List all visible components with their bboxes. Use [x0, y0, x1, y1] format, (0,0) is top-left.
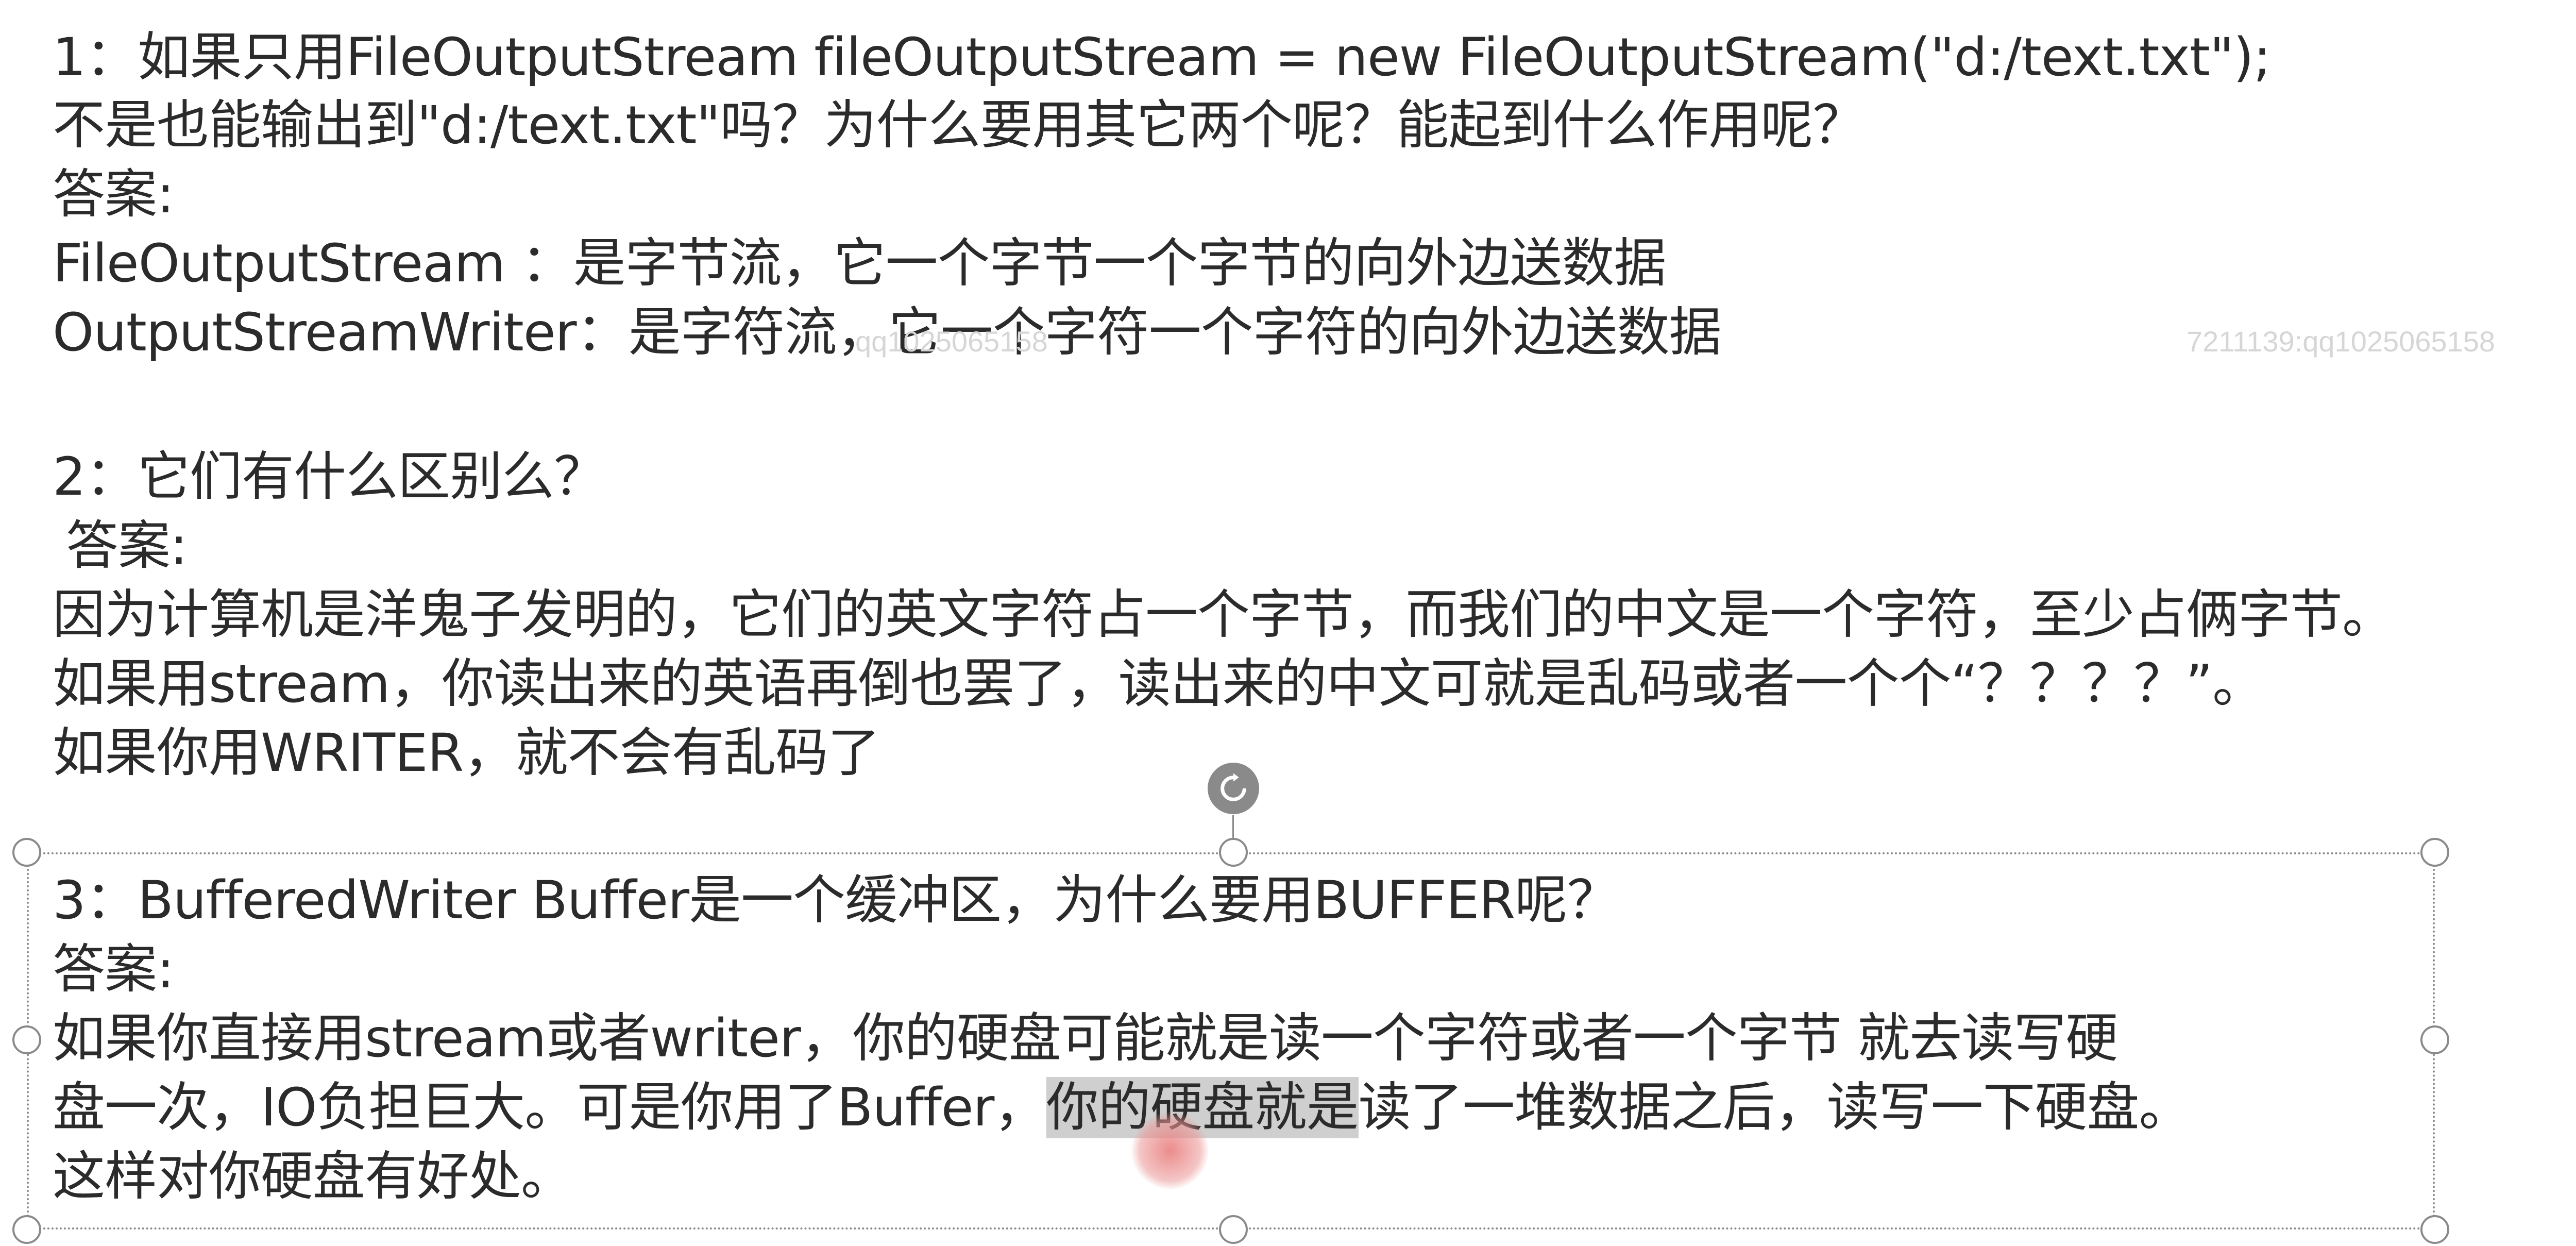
q2-answer-label: 答案:: [66, 515, 188, 577]
q3-question: 3：BufferedWriter Buffer是一个缓冲区，为什么要用BUFFE…: [53, 870, 1619, 931]
resize-handle-bottom-center[interactable]: [1219, 1215, 1248, 1244]
resize-handle-middle-right[interactable]: [2420, 1025, 2449, 1054]
rotate-handle[interactable]: [1208, 763, 1259, 814]
watermark-right: 7211139:qq1025065158: [2187, 325, 2495, 358]
rotate-icon: [1221, 773, 1246, 801]
q3-answer-line-3: 这样对你硬盘有好处。: [53, 1146, 573, 1207]
q1-question-line-1: 1：如果只用FileOutputStream fileOutputStream …: [53, 27, 2271, 88]
q3-answer-line-2: 盘一次，IO负担巨大。可是你用了Buffer，你的硬盘就是读了一堆数据之后，读写…: [53, 1075, 2192, 1141]
q2-answer-line-3: 如果你用WRITER，就不会有乱码了: [53, 722, 880, 784]
q2-question: 2：它们有什么区别么？: [53, 446, 606, 508]
resize-handle-bottom-left[interactable]: [12, 1215, 41, 1244]
resize-handle-top-left[interactable]: [12, 838, 41, 867]
watermark-left: qq1025065158: [855, 325, 1048, 358]
resize-handle-top-right[interactable]: [2420, 838, 2449, 867]
q3-answer-line-2-suffix: 读了一堆数据之后，读写一下硬盘。: [1358, 1077, 2192, 1138]
q2-answer-line-2: 如果用stream，你读出来的英语再倒也罢了，读出来的中文可就是乱码或者一个个“…: [53, 653, 2265, 715]
q2-answer-line-1: 因为计算机是洋鬼子发明的，它们的英文字符占一个字节，而我们的中文是一个字符，至少…: [53, 584, 2395, 646]
q3-answer-line-1: 如果你直接用stream或者writer，你的硬盘可能就是读一个字符或者一个字节…: [53, 1008, 2118, 1069]
resize-handle-middle-left[interactable]: [12, 1025, 41, 1054]
q3-answer-label: 答案:: [53, 939, 174, 1000]
q1-answer-line-1: FileOutputStream ：是字节流，它一个字节一个字节的向外边送数据: [53, 233, 1666, 294]
resize-handle-top-center[interactable]: [1219, 838, 1248, 867]
q1-question-line-2: 不是也能输出到"d:/text.txt"吗？为什么要用其它两个呢？能起到什么作用…: [53, 95, 1865, 156]
mouse-cursor-indicator: [1131, 1112, 1209, 1189]
q1-answer-label: 答案:: [53, 164, 174, 225]
resize-handle-bottom-right[interactable]: [2420, 1215, 2449, 1244]
q3-answer-line-2-prefix: 盘一次，IO负担巨大。可是你用了Buffer，: [53, 1077, 1046, 1138]
